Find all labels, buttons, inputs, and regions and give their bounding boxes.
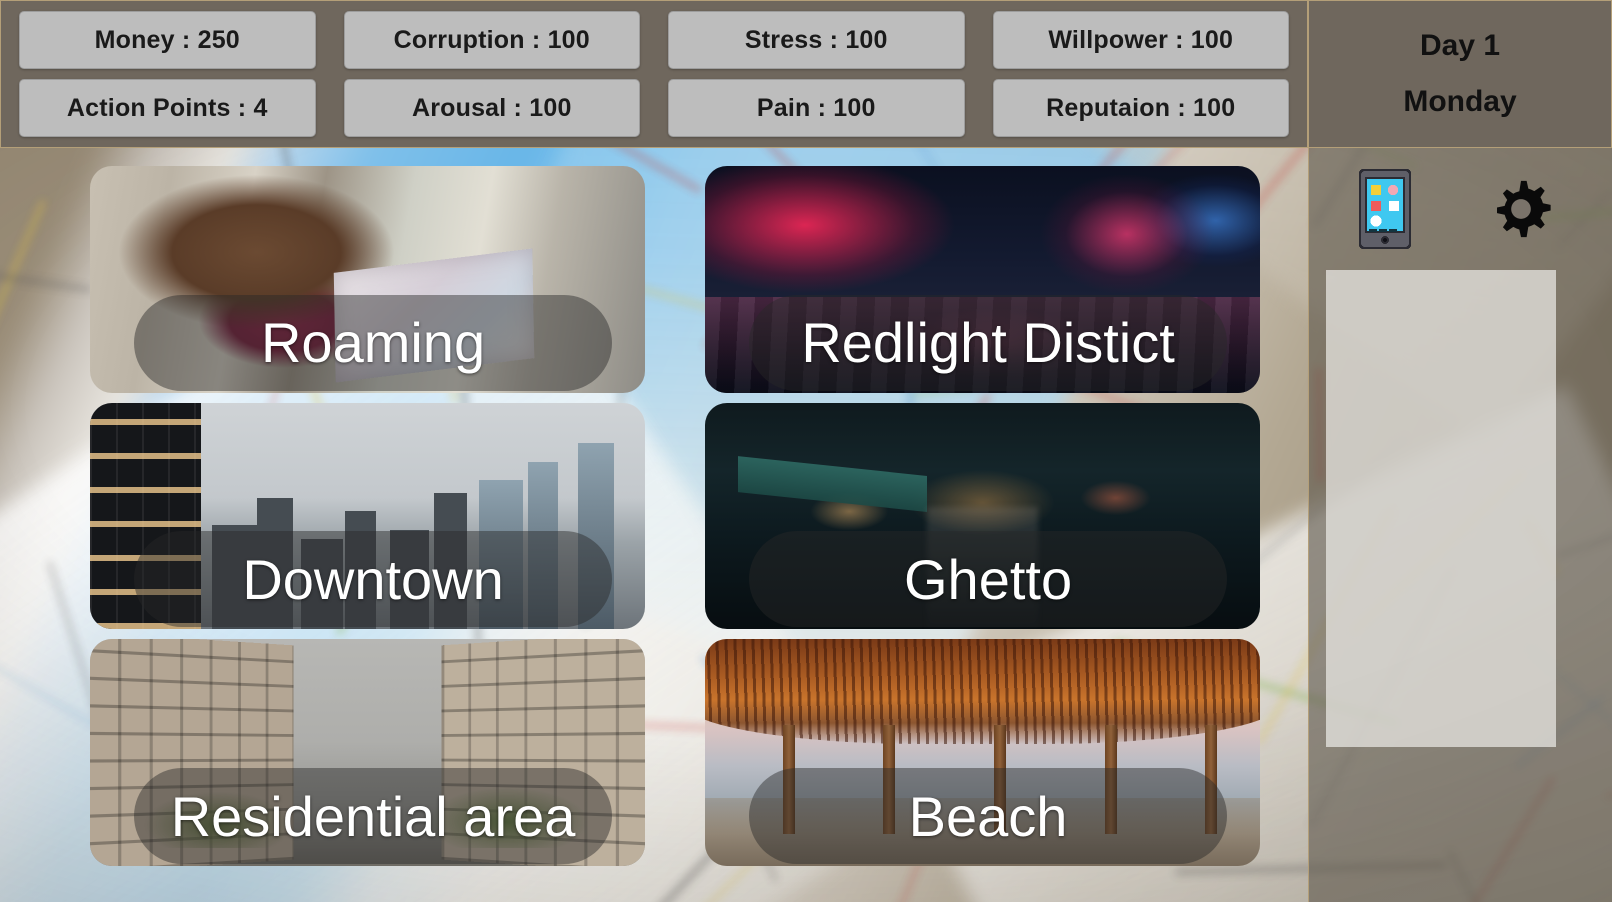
location-card-label-text: Roaming <box>260 311 486 375</box>
weekday-label: Monday <box>1403 85 1517 118</box>
location-card-label-text: Beach <box>908 784 1068 848</box>
stat-chip-willpower[interactable]: Willpower : 100 <box>992 11 1289 69</box>
location-card-label-text: Residential area <box>170 784 576 848</box>
location-card-label-text: Ghetto <box>903 547 1073 611</box>
location-card-roaming[interactable]: Roaming <box>90 166 645 393</box>
stat-chip-arousal[interactable]: Arousal : 100 <box>343 79 640 137</box>
stats-grid: Money : 250 Corruption : 100 Stress : 100 W… <box>11 11 1297 137</box>
location-card-label: Redlight Distict <box>749 294 1227 391</box>
game-screen: Money : 250 Corruption : 100 Stress : 100 W… <box>0 0 1612 902</box>
location-card-label: Residential area <box>134 768 612 864</box>
location-card-label: Roaming <box>134 294 612 391</box>
sidebar-icon-row <box>1309 148 1612 256</box>
phone-icon[interactable] <box>1357 168 1413 254</box>
stat-chip-stress[interactable]: Stress : 100 <box>668 11 965 69</box>
stat-chip-money[interactable]: Money : 250 <box>19 11 316 69</box>
gear-icon[interactable] <box>1491 179 1551 244</box>
stats-header: Money : 250 Corruption : 100 Stress : 100 W… <box>0 0 1308 148</box>
location-card-ghetto[interactable]: Ghetto <box>705 402 1260 630</box>
location-card-residential-area[interactable]: Residential area <box>90 639 645 866</box>
stat-chip-pain[interactable]: Pain : 100 <box>668 79 965 137</box>
location-card-label: Ghetto <box>749 531 1227 628</box>
day-counter: Day 1 <box>1419 29 1501 62</box>
right-sidebar <box>1308 148 1612 902</box>
location-card-beach[interactable]: Beach <box>705 639 1260 866</box>
sidebar-content-panel <box>1326 270 1556 747</box>
location-card-label-text: Redlight Distict <box>801 311 1175 375</box>
day-panel: Day 1 Monday <box>1308 0 1612 148</box>
location-grid: Roaming Redlight Distict Downtown Ghetto Res… <box>0 148 1308 902</box>
location-card-label: Downtown <box>134 531 612 628</box>
location-card-redlight-distict[interactable]: Redlight Distict <box>705 166 1260 393</box>
location-card-label-text: Downtown <box>242 547 504 611</box>
location-card-downtown[interactable]: Downtown <box>90 402 645 630</box>
stat-chip-corruption[interactable]: Corruption : 100 <box>343 11 640 69</box>
stat-chip-reputation[interactable]: Reputaion : 100 <box>992 79 1289 137</box>
stat-chip-action-points[interactable]: Action Points : 4 <box>19 79 316 137</box>
location-card-label: Beach <box>749 768 1227 864</box>
